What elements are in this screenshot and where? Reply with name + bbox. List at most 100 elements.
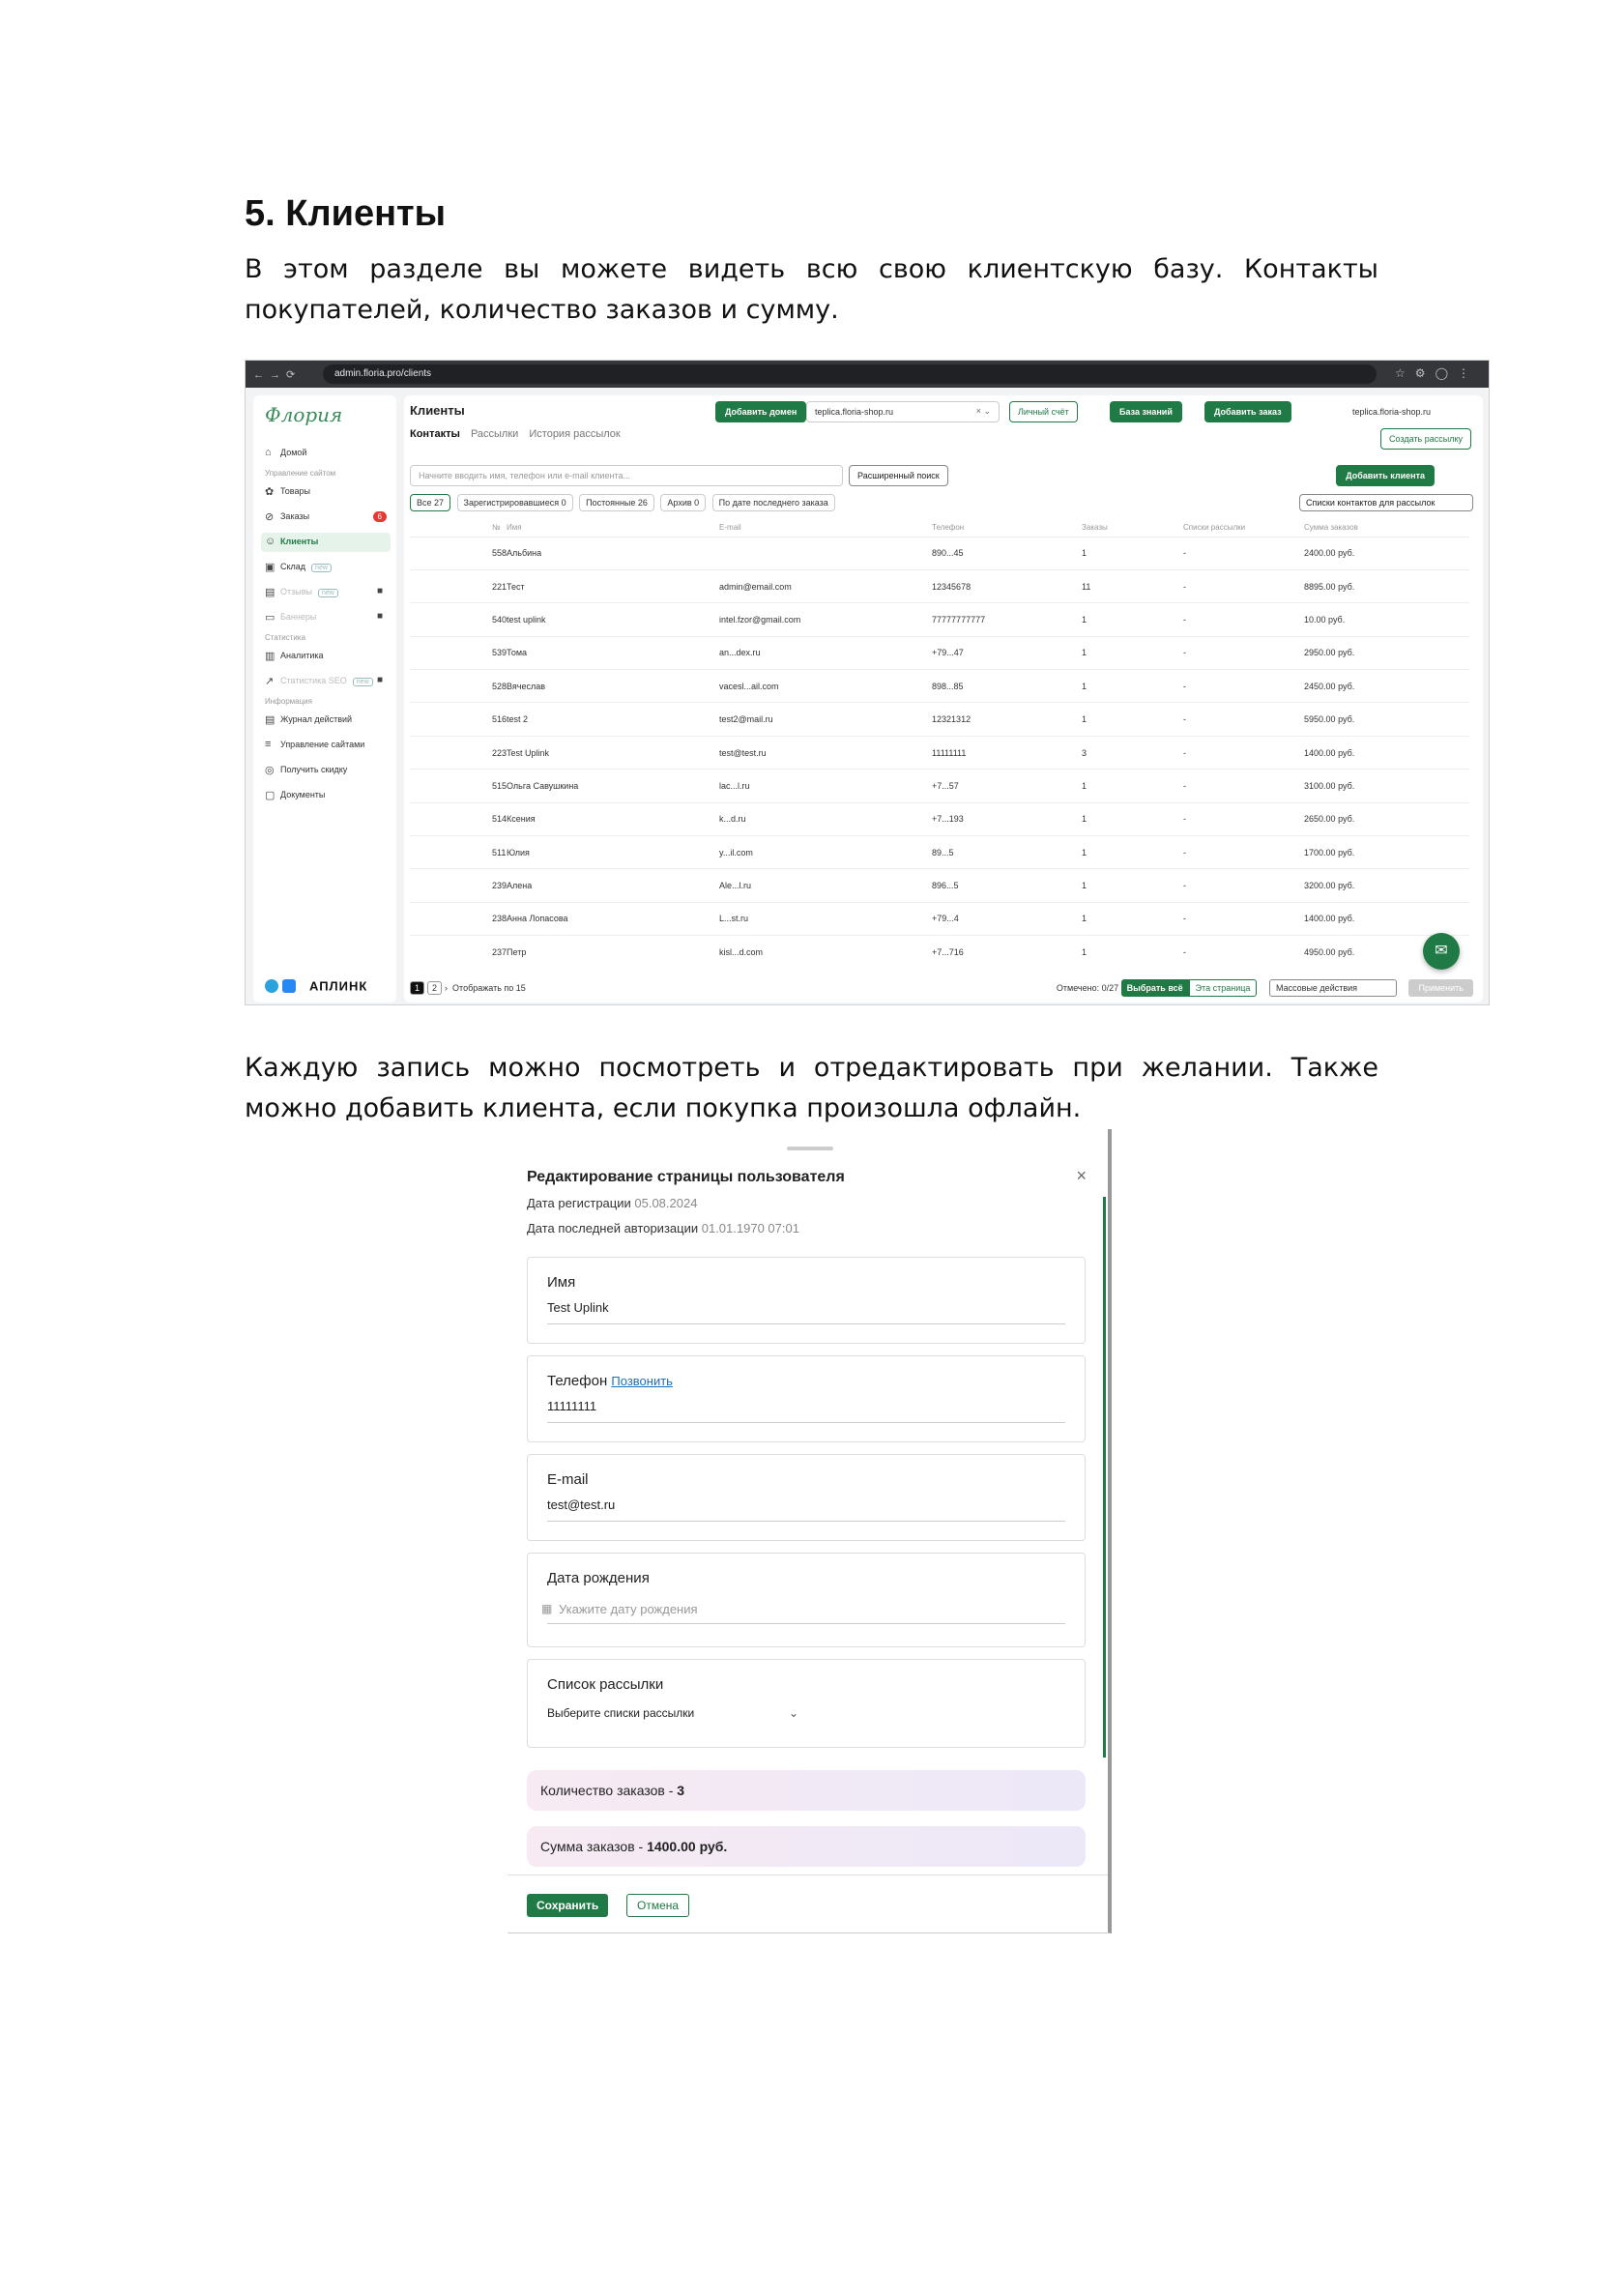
- table-row[interactable]: 539 Тома an...dex.ru +79...47 1-2950.00 руб.: [410, 635, 1469, 670]
- table-row[interactable]: 528 Вячеслав vacesl...ail.com 898...85 1-245…: [410, 669, 1469, 703]
- table-cell: an...dex.ru: [719, 635, 933, 670]
- tab-mailing-history[interactable]: История рассылок: [529, 428, 620, 440]
- table-row[interactable]: 511 Юлия y...il.com 89...5 1-1700.00 руб.: [410, 835, 1469, 869]
- table-row[interactable]: 237 Петр kisl...d.com +7...716 1-4950.00 руб…: [410, 935, 1469, 970]
- chart-icon: ▥: [265, 651, 276, 662]
- next-page-icon[interactable]: ›: [445, 983, 448, 993]
- personal-account-button[interactable]: Личный счёт: [1009, 401, 1078, 422]
- sidebar-item-orders[interactable]: ⊘ Заказы 6: [261, 508, 391, 527]
- filter-registered[interactable]: Зарегистрировавшиеся 0: [456, 494, 573, 511]
- pagination: 1 2 › Отображать по 15: [410, 981, 526, 995]
- tab-mailings[interactable]: Рассылки: [471, 428, 518, 440]
- apply-button[interactable]: Применить: [1408, 979, 1473, 997]
- table-cell: 3200.00 руб.: [1304, 868, 1469, 903]
- floria-logo[interactable]: Флория: [265, 403, 342, 426]
- edit-user-modal: Редактирование страницы пользователя × Д…: [508, 1129, 1112, 1933]
- table-row[interactable]: 515 Ольга Савушкина lac...l.ru +7...57 1-310…: [410, 769, 1469, 803]
- table-cell: 223: [410, 735, 508, 770]
- table-row[interactable]: 514 Ксения k...d.ru +7...193 1-2650.00 руб.: [410, 801, 1469, 836]
- table-cell: 89...5: [932, 835, 1083, 869]
- sidebar-item-home[interactable]: ⌂ Домой: [261, 444, 391, 463]
- cancel-button[interactable]: Отмена: [626, 1894, 690, 1917]
- sidebar-item-warehouse[interactable]: ▣ Склад new: [261, 558, 391, 577]
- sidebar-section-site: Управление сайтом: [265, 469, 336, 478]
- knowledge-base-button[interactable]: База знаний: [1110, 401, 1182, 422]
- browser-tools-icons[interactable]: ☆⚙◯⋮: [1395, 366, 1479, 380]
- close-icon[interactable]: ×: [1076, 1166, 1087, 1186]
- sidebar-item-products[interactable]: ✿ Товары: [261, 482, 391, 502]
- browser-nav-icons[interactable]: ←→⟳: [253, 368, 301, 381]
- sidebar-item-clients[interactable]: ☺ Клиенты: [261, 533, 391, 552]
- mailing-lists-select[interactable]: Списки контактов для рассылок: [1299, 494, 1473, 511]
- new-tag: new: [352, 678, 373, 686]
- table-cell: test2@mail.ru: [719, 702, 933, 737]
- mailing-list-select[interactable]: Выберите списки рассылки: [547, 1706, 694, 1720]
- advanced-search-button[interactable]: Расширенный поиск: [849, 465, 948, 486]
- birthdate-input[interactable]: Укажите дату рождения: [559, 1602, 698, 1616]
- call-link[interactable]: Позвонить: [611, 1374, 673, 1388]
- select-all-button[interactable]: Выбрать всё: [1120, 979, 1189, 997]
- this-page-select[interactable]: Эта страница: [1188, 979, 1258, 997]
- sidebar-item-documents[interactable]: ▢ Документы: [261, 786, 391, 805]
- edit-paragraph: Каждую запись можно посмотреть и отредак…: [245, 1053, 1378, 1123]
- table-cell: lac...l.ru: [719, 769, 933, 803]
- mailing-list-field: Список рассылки Выберите списки рассылки…: [527, 1659, 1086, 1748]
- sidebar-item-discount[interactable]: ◎ Получить скидку: [261, 761, 391, 780]
- page-1[interactable]: 1: [410, 981, 425, 995]
- filter-regular[interactable]: Постоянные 26: [579, 494, 654, 511]
- table-cell: Алена: [507, 868, 720, 903]
- create-mailing-button[interactable]: Создать рассылку: [1380, 428, 1471, 450]
- table-cell: k...d.ru: [719, 801, 933, 836]
- search-input[interactable]: Начните вводить имя, телефон или e-mail …: [410, 465, 843, 486]
- phone-field: Телефон Позвонить 11111111: [527, 1355, 1086, 1442]
- add-order-button[interactable]: Добавить заказ: [1204, 401, 1291, 422]
- table-row[interactable]: 540 test uplink intel.fzor@gmail.com 777777…: [410, 602, 1469, 637]
- table-cell: vacesl...ail.com: [719, 669, 933, 703]
- tab-contacts[interactable]: Контакты: [410, 428, 460, 440]
- drag-handle[interactable]: [787, 1147, 833, 1150]
- table-row[interactable]: 238 Анна Лопасова L...st.ru +79...4 1-1400.0…: [410, 901, 1469, 936]
- sidebar-item-journal[interactable]: ▤ Журнал действий: [261, 711, 391, 730]
- mass-actions-select[interactable]: Массовые действия: [1268, 979, 1397, 997]
- name-input[interactable]: Test Uplink: [547, 1300, 609, 1315]
- address-bar[interactable]: admin.floria.pro/clients: [323, 364, 1377, 384]
- filter-archive[interactable]: Архив 0: [660, 494, 707, 511]
- telegram-icon[interactable]: [265, 978, 278, 993]
- scrollbar[interactable]: [1103, 1197, 1106, 1758]
- shop-name[interactable]: teplica.floria-shop.ru: [1352, 407, 1431, 417]
- filter-all[interactable]: Все 27: [410, 494, 451, 511]
- sidebar-item-sites[interactable]: ≡ Управление сайтами: [261, 736, 391, 755]
- domain-select[interactable]: teplica.floria-shop.ru × ⌄: [806, 401, 1000, 422]
- table-row[interactable]: 223 Test Uplink test@test.ru 11111111 3-1400…: [410, 735, 1469, 770]
- table-cell: Юлия: [507, 835, 720, 869]
- table-cell: kisl...d.com: [719, 935, 933, 970]
- sidebar-item-analytics[interactable]: ▥ Аналитика: [261, 647, 391, 666]
- vk-icon[interactable]: [282, 978, 296, 993]
- clients-icon: ☺: [265, 536, 276, 547]
- clear-icon[interactable]: × ⌄: [976, 406, 991, 417]
- name-field: Имя Test Uplink: [527, 1257, 1086, 1344]
- per-page-select[interactable]: Отображать по 15: [452, 983, 526, 993]
- table-row[interactable]: 516 test 2 test2@mail.ru 12321312 1-5950.00 …: [410, 702, 1469, 737]
- email-input[interactable]: test@test.ru: [547, 1497, 615, 1512]
- phone-input[interactable]: 11111111: [547, 1399, 596, 1413]
- table-cell: 237: [410, 935, 508, 970]
- table-cell: -: [1183, 536, 1305, 570]
- page-2[interactable]: 2: [427, 981, 443, 995]
- table-row[interactable]: 221 Тест admin@email.com 12345678 11-8895.00…: [410, 568, 1469, 603]
- lock-icon: ■: [376, 611, 383, 622]
- save-button[interactable]: Сохранить: [527, 1894, 609, 1917]
- table-cell: -: [1183, 868, 1305, 903]
- sort-select[interactable]: По дате последнего заказа: [711, 494, 835, 511]
- table-cell: Тест: [507, 568, 720, 603]
- table-cell: Ольга Савушкина: [507, 769, 720, 803]
- table-row[interactable]: 239 Алена Ale...l.ru 896...5 1-3200.00 руб.: [410, 868, 1469, 903]
- table-cell: Тома: [507, 635, 720, 670]
- add-domain-button[interactable]: Добавить домен: [715, 401, 807, 422]
- input-underline: [547, 1521, 1065, 1522]
- birthdate-field: Дата рождения ▦ Укажите дату рождения: [527, 1553, 1086, 1647]
- chevron-down-icon[interactable]: ⌄: [789, 1706, 798, 1720]
- add-client-button[interactable]: Добавить клиента: [1336, 465, 1435, 486]
- table-row[interactable]: 558 Альбина 890...45 1-2400.00 руб.: [410, 536, 1469, 570]
- chat-icon[interactable]: ✉: [1423, 933, 1460, 970]
